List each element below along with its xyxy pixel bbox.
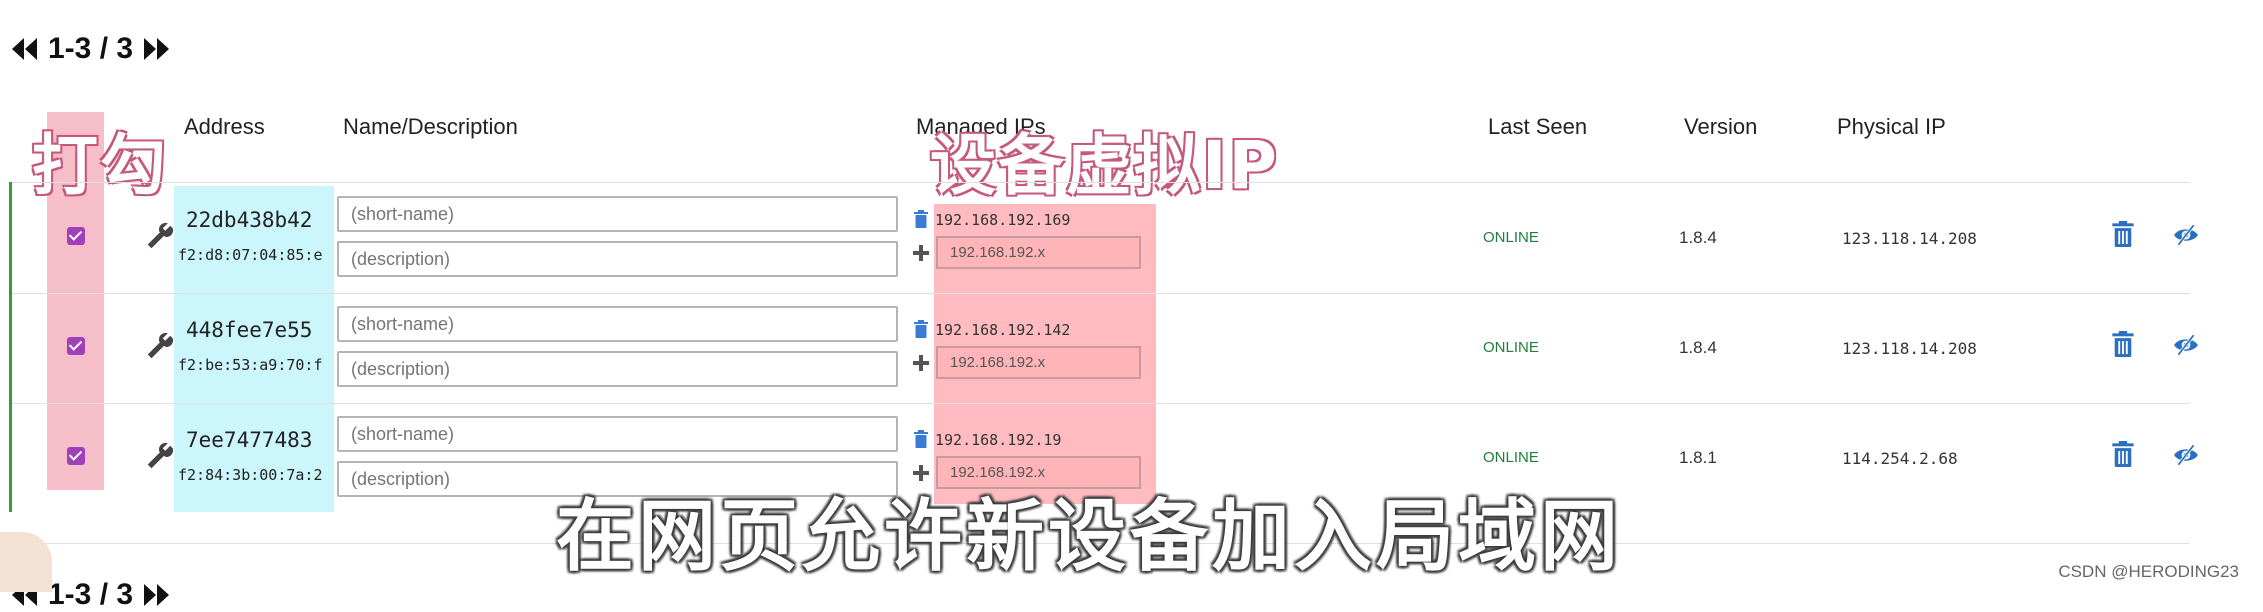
managed-ip: 192.168.192.169 xyxy=(935,211,1071,229)
managed-ip: 192.168.192.19 xyxy=(935,431,1062,449)
hide-eye-icon[interactable] xyxy=(2173,442,2199,468)
short-name-input[interactable] xyxy=(337,306,898,342)
delete-member-icon[interactable] xyxy=(2110,441,2136,467)
row-separator xyxy=(10,182,2190,183)
new-ip-input[interactable]: 192.168.192.x xyxy=(936,346,1141,379)
pager-top: 1-3 / 3 xyxy=(12,32,170,66)
last-seen-status: ONLINE xyxy=(1483,229,1539,246)
member-checkbox[interactable] xyxy=(67,337,85,355)
pager-range-text: 1-3 / 3 xyxy=(48,32,134,65)
add-ip-icon[interactable] xyxy=(912,354,930,372)
pager-range-text: 1-3 / 3 xyxy=(48,578,134,611)
member-physical-ip: 123.118.14.208 xyxy=(1842,339,1977,358)
delete-ip-icon[interactable] xyxy=(912,210,930,228)
address-column-highlight xyxy=(174,186,334,512)
last-seen-status: ONLINE xyxy=(1483,339,1539,356)
short-name-input[interactable] xyxy=(337,196,898,232)
row-separator xyxy=(10,293,2190,294)
member-version: 1.8.4 xyxy=(1679,228,1717,247)
member-id: 448fee7e55 xyxy=(186,318,313,342)
annotation-virtual-ip-label: 设备虚拟IP xyxy=(930,127,1279,204)
member-physical-ip: 123.118.14.208 xyxy=(1842,229,1977,248)
wrench-icon[interactable] xyxy=(144,332,174,362)
delete-ip-icon[interactable] xyxy=(912,320,930,338)
description-input[interactable] xyxy=(337,351,898,387)
annotation-check-label: 打勾 xyxy=(32,127,168,204)
member-id: 22db438b42 xyxy=(186,208,313,232)
hide-eye-icon[interactable] xyxy=(2173,222,2199,248)
new-ip-input[interactable]: 192.168.192.x xyxy=(936,236,1141,269)
decorative-shape xyxy=(0,532,52,592)
row-separator xyxy=(10,403,2190,404)
add-ip-icon[interactable] xyxy=(912,244,930,262)
member-version: 1.8.1 xyxy=(1679,448,1717,467)
first-page-icon[interactable] xyxy=(12,38,38,60)
header-version: Version xyxy=(1684,114,1758,139)
delete-ip-icon[interactable] xyxy=(912,430,930,448)
header-physical-ip: Physical IP xyxy=(1837,114,1946,139)
last-page-icon[interactable] xyxy=(143,38,170,60)
member-mac: f2:be:53:a9:70:f xyxy=(178,356,323,374)
member-id: 7ee7477483 xyxy=(186,428,313,452)
last-seen-status: ONLINE xyxy=(1483,449,1539,466)
member-mac: f2:d8:07:04:85:e xyxy=(178,246,323,264)
last-page-icon[interactable] xyxy=(143,584,170,606)
member-mac: f2:84:3b:00:7a:2 xyxy=(178,466,323,484)
member-checkbox[interactable] xyxy=(67,447,85,465)
short-name-input[interactable] xyxy=(337,416,898,452)
watermark: CSDN @HERODING23 xyxy=(2058,562,2239,581)
header-name-description: Name/Description xyxy=(343,114,518,139)
hide-eye-icon[interactable] xyxy=(2173,332,2199,358)
delete-member-icon[interactable] xyxy=(2110,331,2136,357)
wrench-icon[interactable] xyxy=(144,442,174,472)
header-last-seen: Last Seen xyxy=(1488,114,1588,139)
video-subtitle: 在网页允许新设备加入局域网 xyxy=(556,492,1623,582)
description-input[interactable] xyxy=(337,241,898,277)
wrench-icon[interactable] xyxy=(144,222,174,252)
member-physical-ip: 114.254.2.68 xyxy=(1842,449,1958,468)
member-checkbox[interactable] xyxy=(67,227,85,245)
header-address: Address xyxy=(184,114,265,139)
delete-member-icon[interactable] xyxy=(2110,221,2136,247)
member-version: 1.8.4 xyxy=(1679,338,1717,357)
managed-ip: 192.168.192.142 xyxy=(935,321,1071,339)
row-status-bar xyxy=(9,182,12,512)
